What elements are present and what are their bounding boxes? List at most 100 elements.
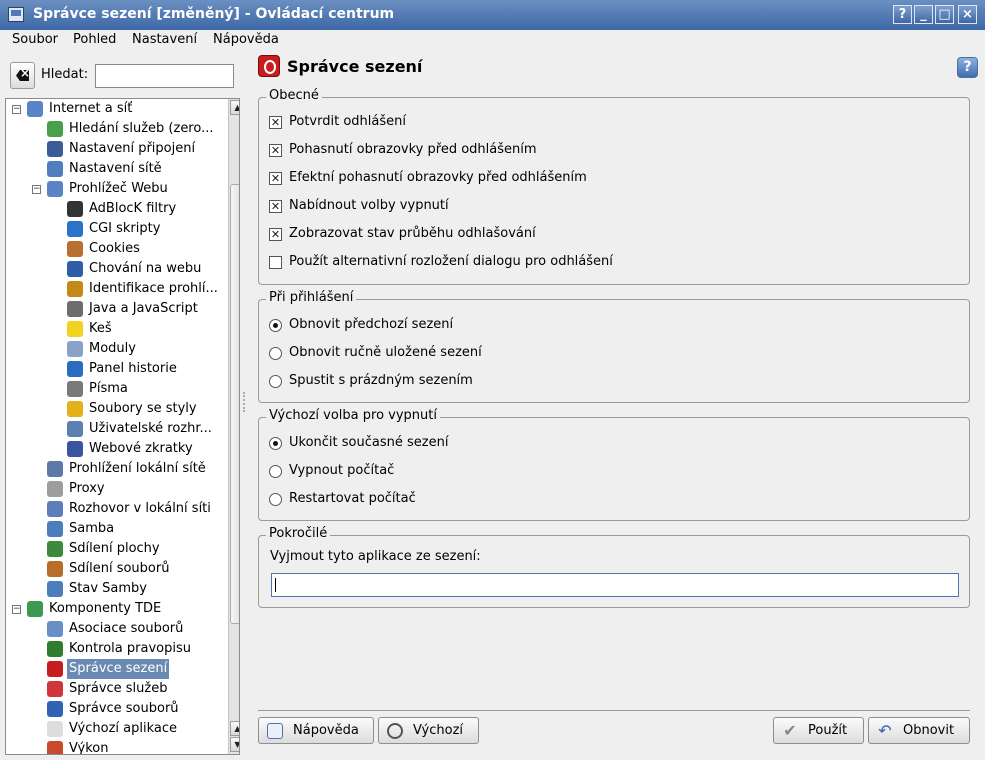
- tree-item[interactable]: Chování na webu: [6, 259, 226, 279]
- radio-button[interactable]: [269, 347, 282, 360]
- tree-item[interactable]: Výkon: [6, 739, 226, 754]
- clear-icon: [16, 70, 29, 81]
- tree-item[interactable]: Kontrola pravopisu: [6, 639, 226, 659]
- tree-item[interactable]: Hledání služeb (zero...: [6, 119, 226, 139]
- reset-button-label: Obnovit: [903, 723, 955, 738]
- reset-button[interactable]: ↶ Obnovit: [868, 717, 970, 744]
- tree-item[interactable]: Správce služeb: [6, 679, 226, 699]
- group-title-advanced: Pokročilé: [266, 526, 331, 542]
- tree-item[interactable]: Sdílení plochy: [6, 539, 226, 559]
- minimize-button[interactable]: _: [914, 5, 933, 24]
- tree-item-icon: [67, 241, 83, 257]
- menu-pohled[interactable]: Pohled: [73, 32, 116, 47]
- tree-item-label: Chování na webu: [89, 261, 202, 276]
- tree-item[interactable]: Samba: [6, 519, 226, 539]
- tree-item-icon: [67, 361, 83, 377]
- title-bar[interactable]: Správce sezení [změněný] - Ovládací cent…: [0, 0, 985, 30]
- tree-item[interactable]: Keš: [6, 319, 226, 339]
- tree-item[interactable]: Panel historie: [6, 359, 226, 379]
- control-center-icon: [8, 7, 24, 22]
- tree-item-label: Asociace souborů: [69, 621, 184, 636]
- tree-item-label: Webové zkratky: [89, 441, 193, 456]
- checkbox[interactable]: ✕: [269, 144, 282, 157]
- tree-collapse-icon[interactable]: −: [12, 605, 21, 614]
- checkbox[interactable]: ✕: [269, 172, 282, 185]
- tree-item[interactable]: − Komponenty TDE: [6, 599, 226, 619]
- tree-item[interactable]: Správce sezení: [6, 659, 226, 679]
- help-icon[interactable]: ?: [957, 57, 978, 78]
- tree-scrollbar[interactable]: ▲ ▲ ▼: [228, 99, 239, 754]
- button-divider: [258, 710, 970, 711]
- tree-collapse-icon[interactable]: −: [32, 185, 41, 194]
- tree-item-label: Panel historie: [89, 361, 177, 376]
- checkbox[interactable]: ✕: [269, 116, 282, 129]
- tree-item[interactable]: Identifikace prohlí...: [6, 279, 226, 299]
- checkmark-icon: ✔: [783, 721, 797, 740]
- radio-button[interactable]: [269, 319, 282, 332]
- module-tree[interactable]: ▲ ▲ ▼ − Internet a síť Hledání služeb (zer…: [5, 98, 240, 755]
- exclude-apps-input[interactable]: [271, 573, 959, 597]
- clear-search-button[interactable]: [10, 62, 35, 89]
- tree-item-icon: [47, 461, 63, 477]
- search-input[interactable]: [95, 64, 234, 88]
- tree-item[interactable]: Rozhovor v lokální síti: [6, 499, 226, 519]
- tree-item[interactable]: Výchozí aplikace: [6, 719, 226, 739]
- scroll-up-arrow-icon[interactable]: ▲: [230, 100, 239, 115]
- pane-splitter[interactable]: [243, 392, 247, 412]
- defaults-button[interactable]: Výchozí: [378, 717, 479, 744]
- tree-item[interactable]: Moduly: [6, 339, 226, 359]
- tree-item[interactable]: Webové zkratky: [6, 439, 226, 459]
- tree-item-icon: [67, 301, 83, 317]
- tree-item[interactable]: Sdílení souborů: [6, 559, 226, 579]
- checkbox[interactable]: [269, 256, 282, 269]
- tree-item-icon: [67, 441, 83, 457]
- menu-soubor[interactable]: Soubor: [12, 32, 58, 47]
- tree-item-label: Sdílení souborů: [69, 561, 170, 576]
- tree-item-icon: [47, 721, 63, 737]
- tree-item[interactable]: Cookies: [6, 239, 226, 259]
- tree-item-label: Rozhovor v lokální síti: [69, 501, 211, 516]
- help-window-button[interactable]: ?: [893, 5, 912, 24]
- radio-button[interactable]: [269, 493, 282, 506]
- tree-item[interactable]: Stav Samby: [6, 579, 226, 599]
- menu-nastaveni[interactable]: Nastavení: [132, 32, 197, 47]
- checkbox[interactable]: ✕: [269, 228, 282, 241]
- help-button-label: Nápověda: [293, 723, 359, 738]
- tree-item-label: Cookies: [89, 241, 140, 256]
- tree-item[interactable]: Písma: [6, 379, 226, 399]
- checkbox[interactable]: ✕: [269, 200, 282, 213]
- tree-item[interactable]: Asociace souborů: [6, 619, 226, 639]
- radio-button[interactable]: [269, 437, 282, 450]
- menu-napoveda[interactable]: Nápověda: [213, 32, 279, 47]
- tree-item-icon: [47, 621, 63, 637]
- apply-button[interactable]: ✔ Použít: [773, 717, 864, 744]
- tree-item[interactable]: CGI skripty: [6, 219, 226, 239]
- tree-item[interactable]: Nastavení sítě: [6, 159, 226, 179]
- tree-item-icon: [47, 661, 63, 677]
- tree-item[interactable]: Uživatelské rozhr...: [6, 419, 226, 439]
- tree-item-icon: [67, 381, 83, 397]
- scrollbar-thumb[interactable]: [230, 184, 239, 624]
- tree-item-icon: [27, 101, 43, 117]
- scroll-up-arrow-icon-bottom[interactable]: ▲: [230, 721, 239, 736]
- tree-item-icon: [47, 181, 63, 197]
- scroll-down-arrow-icon[interactable]: ▼: [230, 737, 239, 752]
- close-button[interactable]: ×: [958, 5, 977, 24]
- tree-item[interactable]: Soubory se styly: [6, 399, 226, 419]
- tree-item[interactable]: − Internet a síť: [6, 99, 226, 119]
- tree-item[interactable]: Java a JavaScript: [6, 299, 226, 319]
- radio-button[interactable]: [269, 375, 282, 388]
- radio-button[interactable]: [269, 465, 282, 478]
- tree-item[interactable]: − Prohlížeč Webu: [6, 179, 226, 199]
- tree-item[interactable]: Nastavení připojení: [6, 139, 226, 159]
- group-advanced: Pokročilé Vyjmout tyto aplikace ze sezen…: [258, 526, 970, 608]
- tree-item[interactable]: Správce souborů: [6, 699, 226, 719]
- tree-item-icon: [47, 501, 63, 517]
- tree-item[interactable]: AdBlocK filtry: [6, 199, 226, 219]
- tree-item-icon: [47, 561, 63, 577]
- tree-collapse-icon[interactable]: −: [12, 105, 21, 114]
- tree-item[interactable]: Proxy: [6, 479, 226, 499]
- tree-item[interactable]: Prohlížení lokální sítě: [6, 459, 226, 479]
- maximize-button[interactable]: □: [935, 5, 954, 24]
- help-button[interactable]: Nápověda: [258, 717, 374, 744]
